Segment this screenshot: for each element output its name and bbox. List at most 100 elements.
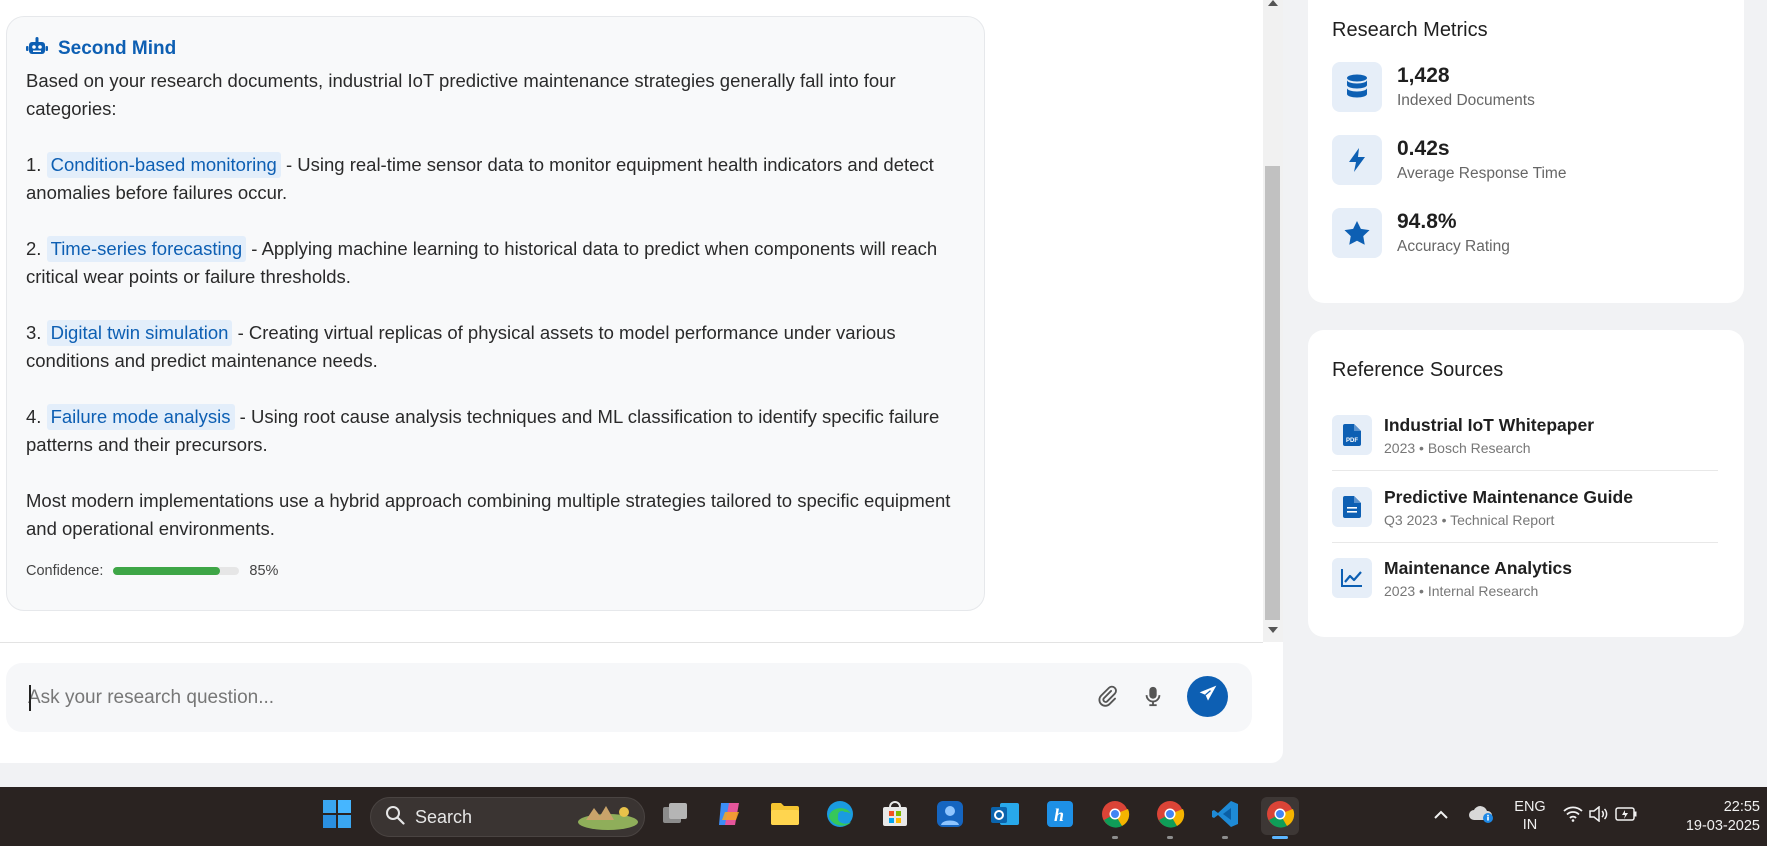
scrollbar-thumb[interactable] <box>1265 166 1280 620</box>
vscode-icon <box>1211 800 1239 833</box>
message-header: Second Mind <box>26 36 965 62</box>
source-divider <box>1332 470 1718 471</box>
chrome-active-button[interactable] <box>1261 797 1299 839</box>
confidence-label: Confidence: <box>26 563 104 579</box>
app-button-blue[interactable] <box>931 797 969 835</box>
source-item[interactable]: Maintenance Analytics 2023 • Internal Re… <box>1332 551 1718 605</box>
document-icon <box>1332 487 1372 527</box>
strategy-number: 2. <box>26 238 42 259</box>
task-view-icon <box>661 801 689 832</box>
database-icon <box>1332 62 1382 112</box>
pdf-file-icon: PDF <box>1332 415 1372 455</box>
research-metrics-card: Research Metrics 1,428 Indexed Documents… <box>1308 0 1744 303</box>
scroll-down-arrow-icon[interactable] <box>1268 627 1278 633</box>
strategy-item: 3. Digital twin simulation - Creating vi… <box>26 319 965 375</box>
clock-time: 22:55 <box>1723 799 1760 815</box>
edge-icon <box>825 799 855 834</box>
battery-icon <box>1615 806 1637 826</box>
running-indicator <box>1112 836 1118 839</box>
source-title: Industrial IoT Whitepaper <box>1384 414 1595 435</box>
source-title: Predictive Maintenance Guide <box>1384 486 1633 507</box>
clock-date: 19-03-2025 <box>1685 818 1760 834</box>
strategy-term-chip[interactable]: Digital twin simulation <box>46 320 233 346</box>
star-icon <box>1332 208 1382 258</box>
search-highlight-icon <box>576 800 640 835</box>
store-icon <box>881 800 909 833</box>
onedrive-button[interactable] <box>1462 797 1500 835</box>
running-indicator <box>1222 836 1228 839</box>
source-meta: 2023 • Bosch Research <box>1384 439 1531 456</box>
assistant-name: Second Mind <box>58 38 177 59</box>
metric-accuracy: 94.8% Accuracy Rating <box>1332 208 1722 258</box>
strategy-number: 4. <box>26 406 42 427</box>
source-divider <box>1332 542 1718 543</box>
wifi-icon <box>1563 806 1583 827</box>
h-app-icon: h <box>1046 800 1074 833</box>
chrome-icon <box>1265 799 1295 834</box>
microsoft-store-button[interactable] <box>876 797 914 835</box>
sources-title: Reference Sources <box>1332 359 1504 381</box>
strategy-term-chip[interactable]: Time-series forecasting <box>46 236 247 262</box>
quick-settings-button[interactable] <box>1557 797 1643 835</box>
outlook-icon <box>990 800 1020 833</box>
send-button[interactable] <box>1187 676 1228 717</box>
task-view-button[interactable] <box>656 797 694 835</box>
app-window: Second Mind Based on your research docum… <box>0 0 1767 787</box>
cloud-icon <box>1468 804 1494 829</box>
start-button[interactable] <box>318 797 356 835</box>
taskbar-search[interactable]: Search <box>370 797 645 837</box>
source-meta: 2023 • Internal Research <box>1384 582 1539 599</box>
message-intro: Based on your research documents, indust… <box>26 70 896 119</box>
copilot-button[interactable] <box>711 797 749 835</box>
vscode-button[interactable] <box>1206 797 1244 839</box>
strategy-number: 1. <box>26 154 42 175</box>
taskbar: Search h ENG IN 22:55 19-03-2025 <box>0 787 1767 846</box>
strategy-item: 4. Failure mode analysis - Using root ca… <box>26 403 965 459</box>
clock[interactable]: 22:55 19-03-2025 <box>1660 798 1760 836</box>
app-button-h[interactable]: h <box>1041 797 1079 835</box>
chrome-profile-1-button[interactable] <box>1096 797 1134 839</box>
outlook-button[interactable] <box>986 797 1024 835</box>
windows-logo-icon <box>322 799 352 834</box>
strategy-term-chip[interactable]: Condition-based monitoring <box>46 152 281 178</box>
region-code: IN <box>1522 817 1538 833</box>
question-input[interactable] <box>28 683 1028 713</box>
confidence-bar <box>113 567 240 575</box>
file-explorer-button[interactable] <box>766 797 804 835</box>
robot-icon <box>26 36 48 62</box>
voice-input-button[interactable] <box>1139 684 1167 712</box>
edge-browser-button[interactable] <box>821 797 859 835</box>
metric-value: 94.8% <box>1397 210 1457 233</box>
language-code: ENG <box>1514 799 1546 815</box>
attach-button[interactable] <box>1093 684 1121 712</box>
strategy-number: 3. <box>26 322 42 343</box>
message-body: Based on your research documents, indust… <box>26 67 965 543</box>
chat-panel: Second Mind Based on your research docum… <box>0 0 1283 763</box>
question-input-bar <box>6 663 1252 732</box>
chat-scroll-area: Second Mind Based on your research docum… <box>0 0 1263 642</box>
running-indicator <box>1167 836 1173 839</box>
speaker-icon <box>1589 804 1609 827</box>
source-item[interactable]: Predictive Maintenance Guide Q3 2023 • T… <box>1332 480 1718 534</box>
chrome-profile-2-button[interactable] <box>1151 797 1189 839</box>
show-hidden-icons-button[interactable] <box>1422 797 1460 835</box>
chrome-icon <box>1155 799 1185 834</box>
chevron-up-icon <box>1433 807 1449 825</box>
chat-scrollbar[interactable] <box>1263 0 1283 642</box>
person-app-icon <box>936 800 964 833</box>
svg-text:PDF: PDF <box>1346 438 1358 444</box>
scroll-up-arrow-icon[interactable] <box>1268 0 1278 6</box>
confidence-bar-fill <box>113 567 221 575</box>
folder-icon <box>770 801 800 832</box>
chrome-icon <box>1100 799 1130 834</box>
source-item[interactable]: PDF Industrial IoT Whitepaper 2023 • Bos… <box>1332 408 1718 462</box>
paperclip-icon <box>1096 685 1118 712</box>
search-icon <box>385 805 405 830</box>
strategy-item: 1. Condition-based monitoring - Using re… <box>26 151 965 207</box>
bolt-icon <box>1332 135 1382 185</box>
line-chart-icon <box>1332 558 1372 598</box>
search-label: Search <box>415 806 473 827</box>
strategy-term-chip[interactable]: Failure mode analysis <box>46 404 235 430</box>
reference-sources-card: Reference Sources PDF Industrial IoT Whi… <box>1308 330 1744 637</box>
language-indicator[interactable]: ENG IN <box>1508 798 1552 834</box>
